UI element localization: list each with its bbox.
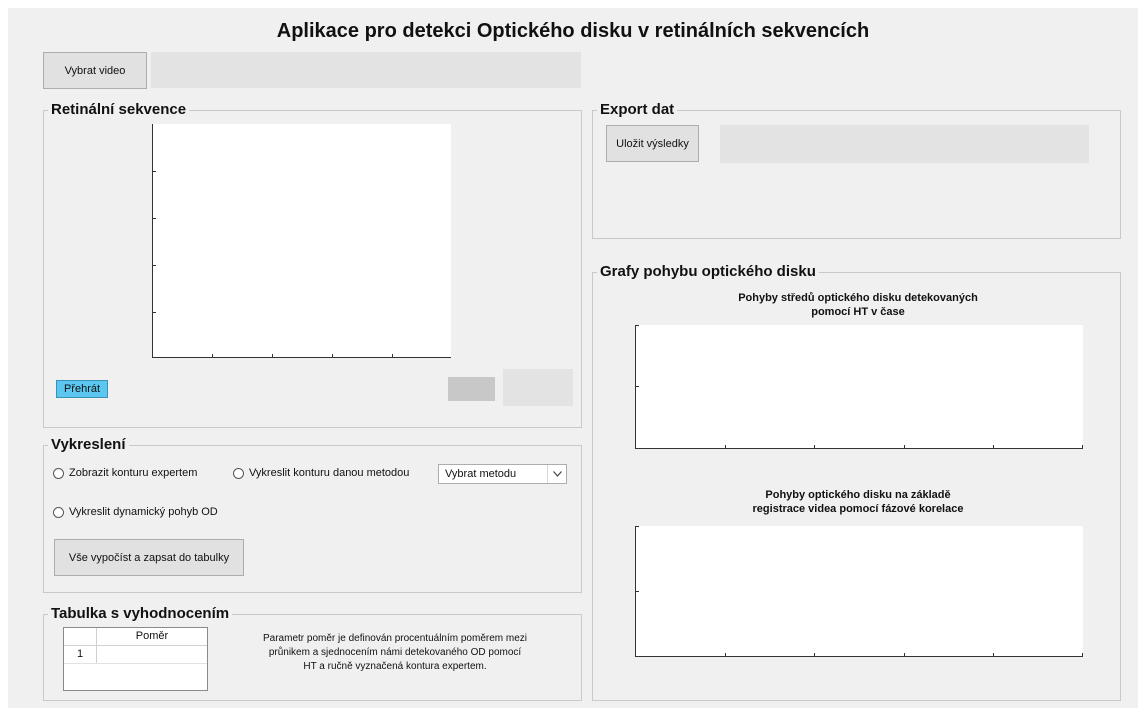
- radio-expert-label: Zobrazit konturu expertem: [69, 467, 198, 479]
- axis-x-line: [152, 357, 451, 358]
- radio-circle-icon[interactable]: [233, 467, 244, 479]
- axis-x-line: [635, 448, 1083, 449]
- save-path-field[interactable]: [720, 125, 1089, 163]
- x-tick: [814, 445, 815, 449]
- x-tick: [993, 445, 994, 449]
- x-tick: [1082, 445, 1083, 449]
- play-button[interactable]: Přehrát: [56, 380, 108, 398]
- table-note: Parametr poměr je definován procentuální…: [220, 632, 570, 674]
- note-line: HT a ručně vyznačená kontura expertem.: [303, 661, 487, 672]
- app-title: Aplikace pro detekci Optického disku v r…: [276, 20, 870, 42]
- radio-dynamic-motion[interactable]: Vykreslit dynamický pohyb OD: [53, 506, 218, 518]
- x-tick: [725, 445, 726, 449]
- radio-circle-icon[interactable]: [53, 467, 64, 479]
- note-line: Parametr poměr je definován procentuální…: [262, 633, 527, 644]
- method-select[interactable]: Vybrat metodu: [438, 464, 567, 484]
- x-tick: [904, 445, 905, 449]
- note-line: průnikem a sjednocením námi detekovaného…: [268, 647, 522, 658]
- x-tick: [1082, 653, 1083, 657]
- compute-all-button[interactable]: Vše vypočíst a zapsat do tabulky: [54, 539, 244, 576]
- table-row[interactable]: 1: [64, 646, 207, 664]
- table-header-row: Poměr: [64, 628, 207, 646]
- select-video-button[interactable]: Vybrat video: [43, 52, 147, 89]
- plot2-title-line: registrace videa pomocí fázové korelace: [752, 503, 964, 515]
- radio-method-contour[interactable]: Vykreslit konturu danou metodou: [233, 467, 409, 479]
- x-tick: [392, 354, 393, 358]
- plot2-axes[interactable]: [635, 526, 1083, 657]
- x-tick: [332, 354, 333, 358]
- axis-x-line: [635, 656, 1083, 657]
- radio-method-label: Vykreslit konturu danou metodou: [249, 467, 410, 479]
- video-path-field[interactable]: [151, 52, 581, 88]
- row-index: 1: [64, 646, 97, 663]
- save-results-button[interactable]: Uložit výsledky: [606, 125, 699, 162]
- indicator-box: [448, 377, 495, 401]
- radio-dynamic-label: Vykreslit dynamický pohyb OD: [69, 506, 218, 518]
- plot2-title-line: Pohyby optického disku na základě: [765, 489, 951, 501]
- y-tick: [152, 171, 156, 172]
- y-tick: [152, 265, 156, 266]
- y-tick: [635, 325, 639, 326]
- radio-circle-icon[interactable]: [53, 506, 64, 518]
- plot1-axes[interactable]: [635, 325, 1083, 449]
- y-tick: [635, 591, 639, 592]
- table-corner-cell: [64, 628, 97, 645]
- frame-field[interactable]: [503, 369, 573, 406]
- y-tick: [635, 386, 639, 387]
- method-select-value: Vybrat metodu: [445, 468, 517, 480]
- row-value-cell[interactable]: [97, 646, 207, 663]
- x-tick: [904, 653, 905, 657]
- radio-expert-contour[interactable]: Zobrazit konturu expertem: [53, 467, 197, 479]
- axis-y-line: [152, 124, 153, 358]
- graphs-panel-title: Grafy pohybu optického disku: [597, 263, 819, 280]
- x-tick: [212, 354, 213, 358]
- drawing-panel-title: Vykreslení: [48, 436, 129, 453]
- x-tick: [993, 653, 994, 657]
- y-tick: [152, 312, 156, 313]
- plot1-title-line: pomocí HT v čase: [811, 306, 905, 318]
- y-tick: [152, 218, 156, 219]
- plot1-title: Pohyby středů optického disku detekovaný…: [633, 291, 1083, 319]
- export-panel-title: Export dat: [597, 101, 678, 118]
- main-window: Aplikace pro detekci Optického disku v r…: [8, 8, 1138, 708]
- axis-y-line: [635, 325, 636, 449]
- evaluation-table[interactable]: Poměr 1: [63, 627, 208, 691]
- retinal-panel-title: Retinální sekvence: [48, 101, 190, 118]
- x-tick: [725, 653, 726, 657]
- retinal-axes[interactable]: [152, 124, 451, 358]
- table-panel-title: Tabulka s vyhodnocením: [48, 605, 233, 622]
- plot1-title-line: Pohyby středů optického disku detekovaný…: [738, 292, 978, 304]
- plot2-title: Pohyby optického disku na základě regist…: [633, 488, 1083, 516]
- y-tick: [635, 526, 639, 527]
- column-header-ratio[interactable]: Poměr: [97, 630, 207, 642]
- x-tick: [814, 653, 815, 657]
- x-tick: [272, 354, 273, 358]
- chevron-down-icon[interactable]: [547, 465, 566, 483]
